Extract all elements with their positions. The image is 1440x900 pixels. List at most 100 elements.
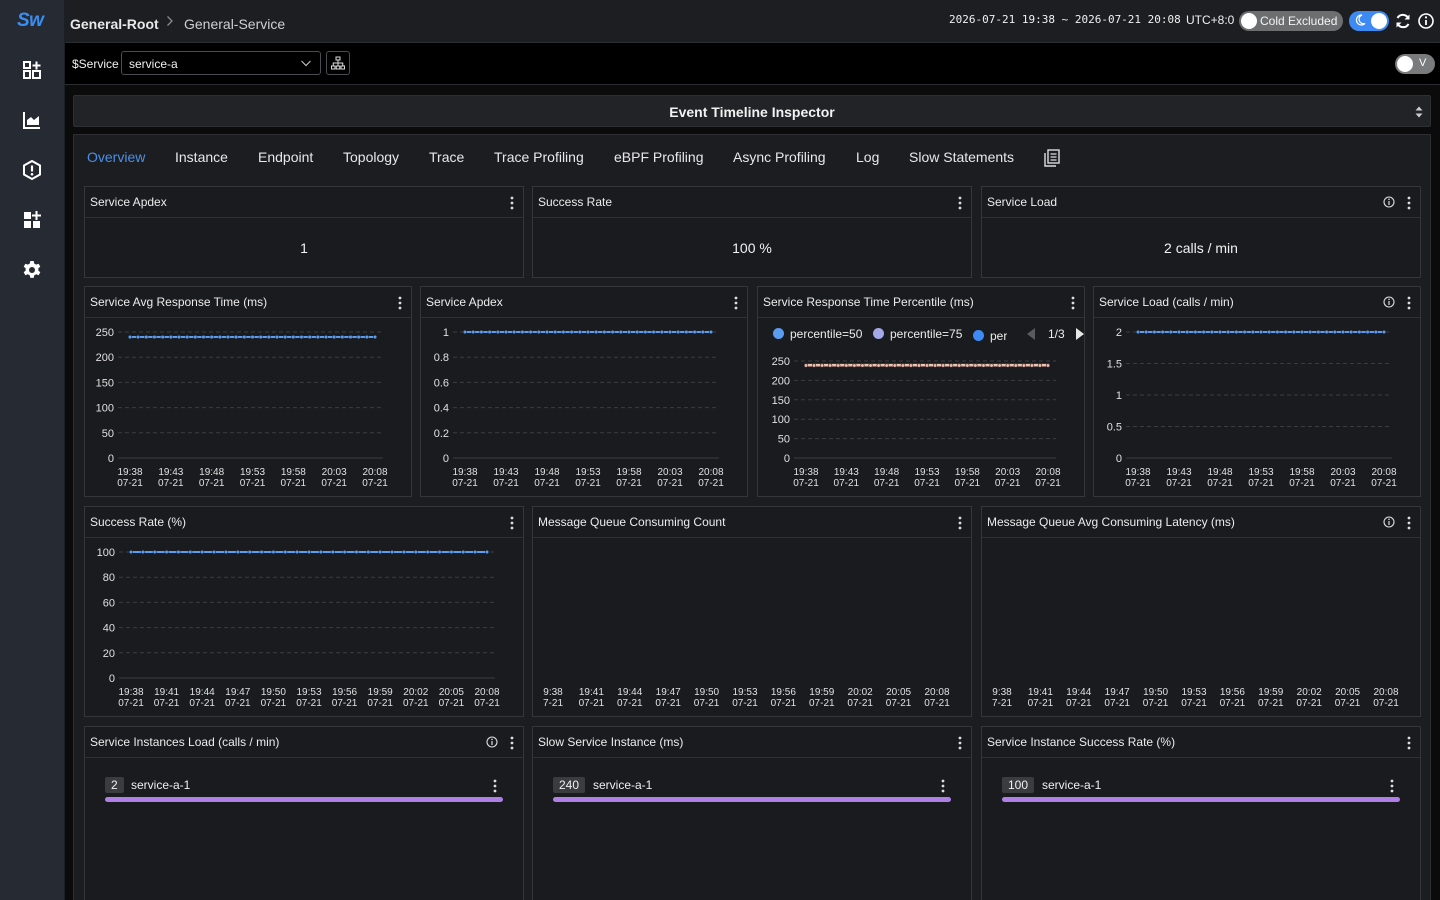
data-point[interactable] — [487, 329, 492, 335]
data-point[interactable] — [708, 329, 714, 335]
expand-arrows-icon[interactable] — [1414, 104, 1424, 120]
skywalking-logo[interactable]: Sw — [17, 10, 44, 32]
data-point[interactable] — [473, 549, 478, 555]
data-point[interactable] — [437, 549, 442, 555]
data-point[interactable] — [223, 549, 228, 555]
event-timeline-bar[interactable]: Event Timeline Inspector — [73, 95, 1431, 127]
data-point[interactable] — [1250, 329, 1255, 335]
data-point[interactable] — [1234, 329, 1239, 335]
data-point[interactable] — [989, 363, 994, 368]
more-vertical-icon[interactable] — [958, 196, 962, 210]
data-point[interactable] — [692, 329, 697, 335]
data-point[interactable] — [323, 334, 329, 340]
data-point[interactable] — [259, 549, 264, 555]
tab-endpoint[interactable]: Endpoint — [258, 149, 313, 165]
data-point[interactable] — [1291, 329, 1296, 335]
data-point[interactable] — [544, 329, 550, 335]
data-point[interactable] — [342, 549, 347, 555]
more-vertical-icon[interactable] — [510, 516, 514, 530]
data-point[interactable] — [160, 334, 165, 340]
data-point[interactable] — [152, 549, 157, 555]
data-point[interactable] — [892, 363, 897, 368]
data-point[interactable] — [401, 549, 406, 555]
data-point[interactable] — [209, 334, 214, 340]
data-point[interactable] — [366, 549, 371, 555]
data-point[interactable] — [933, 363, 938, 368]
data-point[interactable] — [390, 549, 395, 555]
list-item[interactable]: 240 service-a-1 — [553, 777, 951, 805]
data-point[interactable] — [1013, 363, 1018, 368]
data-point[interactable] — [520, 329, 525, 335]
data-point[interactable] — [425, 549, 430, 555]
data-point[interactable] — [495, 329, 500, 335]
data-point[interactable] — [1029, 363, 1034, 368]
more-vertical-icon[interactable] — [510, 196, 514, 210]
data-point[interactable] — [676, 329, 681, 335]
data-point[interactable] — [1381, 329, 1387, 335]
cold-stage-toggle[interactable]: Cold Excluded — [1239, 11, 1343, 31]
data-point[interactable] — [1152, 329, 1157, 335]
instance-name[interactable]: service-a-1 — [131, 778, 190, 792]
data-point[interactable] — [1242, 329, 1247, 335]
line-chart[interactable]: 05010015020025019:3807-2119:4307-2119:48… — [85, 318, 413, 498]
data-point[interactable] — [1299, 329, 1305, 335]
info-icon[interactable] — [1417, 12, 1435, 30]
line-chart[interactable]: 05010015020025019:3807-2119:4307-2119:48… — [758, 318, 1086, 498]
data-point[interactable] — [585, 329, 591, 335]
area-chart-icon[interactable] — [21, 109, 43, 131]
data-point[interactable] — [318, 549, 323, 555]
data-point[interactable] — [561, 329, 566, 335]
tab-ebpf-profiling[interactable]: eBPF Profiling — [614, 149, 703, 165]
data-point[interactable] — [553, 329, 558, 335]
data-point[interactable] — [1193, 329, 1198, 335]
more-vertical-icon[interactable] — [734, 296, 738, 310]
data-point[interactable] — [307, 334, 312, 340]
data-point[interactable] — [372, 334, 378, 340]
data-point[interactable] — [128, 549, 134, 555]
data-point[interactable] — [315, 334, 320, 340]
time-range-picker[interactable]: 2026-07-21 19:38 ~ 2026-07-21 20:08 — [949, 13, 1181, 26]
data-point[interactable] — [461, 549, 466, 555]
data-point[interactable] — [941, 363, 946, 368]
data-point[interactable] — [1005, 363, 1010, 368]
data-point[interactable] — [812, 363, 817, 368]
info-icon[interactable] — [1383, 196, 1395, 208]
data-point[interactable] — [235, 549, 240, 555]
tab-trace-profiling[interactable]: Trace Profiling — [494, 149, 584, 165]
line-chart[interactable]: 02040608010019:3807-2119:4107-2119:4407-… — [85, 538, 525, 718]
data-point[interactable] — [484, 549, 490, 555]
data-point[interactable] — [364, 334, 369, 340]
instance-name[interactable]: service-a-1 — [1042, 778, 1101, 792]
data-point[interactable] — [1258, 329, 1264, 335]
data-point[interactable] — [212, 549, 217, 555]
view-toggle[interactable]: V — [1395, 54, 1435, 74]
data-point[interactable] — [330, 549, 335, 555]
data-point[interactable] — [1316, 329, 1321, 335]
data-point[interactable] — [299, 334, 304, 340]
alert-shield-icon[interactable] — [21, 159, 43, 181]
data-point[interactable] — [274, 334, 280, 340]
data-point[interactable] — [291, 334, 296, 340]
data-point[interactable] — [965, 363, 970, 368]
data-point[interactable] — [651, 329, 656, 335]
data-point[interactable] — [234, 334, 239, 340]
data-point[interactable] — [1209, 329, 1214, 335]
data-point[interactable] — [1357, 329, 1362, 335]
data-point[interactable] — [479, 329, 484, 335]
data-point[interactable] — [200, 549, 205, 555]
info-icon[interactable] — [1383, 296, 1395, 308]
data-point[interactable] — [643, 329, 648, 335]
data-point[interactable] — [957, 363, 962, 368]
data-point[interactable] — [1267, 329, 1272, 335]
data-point[interactable] — [176, 549, 181, 555]
data-point[interactable] — [1226, 329, 1231, 335]
data-point[interactable] — [152, 334, 157, 340]
data-point[interactable] — [610, 329, 615, 335]
data-point[interactable] — [1340, 329, 1346, 335]
data-point[interactable] — [884, 363, 889, 368]
data-point[interactable] — [973, 363, 978, 368]
breadcrumb-current[interactable]: General-Service — [184, 16, 285, 32]
gear-icon[interactable] — [21, 259, 43, 281]
more-vertical-icon[interactable] — [958, 736, 962, 750]
data-point[interactable] — [1275, 329, 1280, 335]
